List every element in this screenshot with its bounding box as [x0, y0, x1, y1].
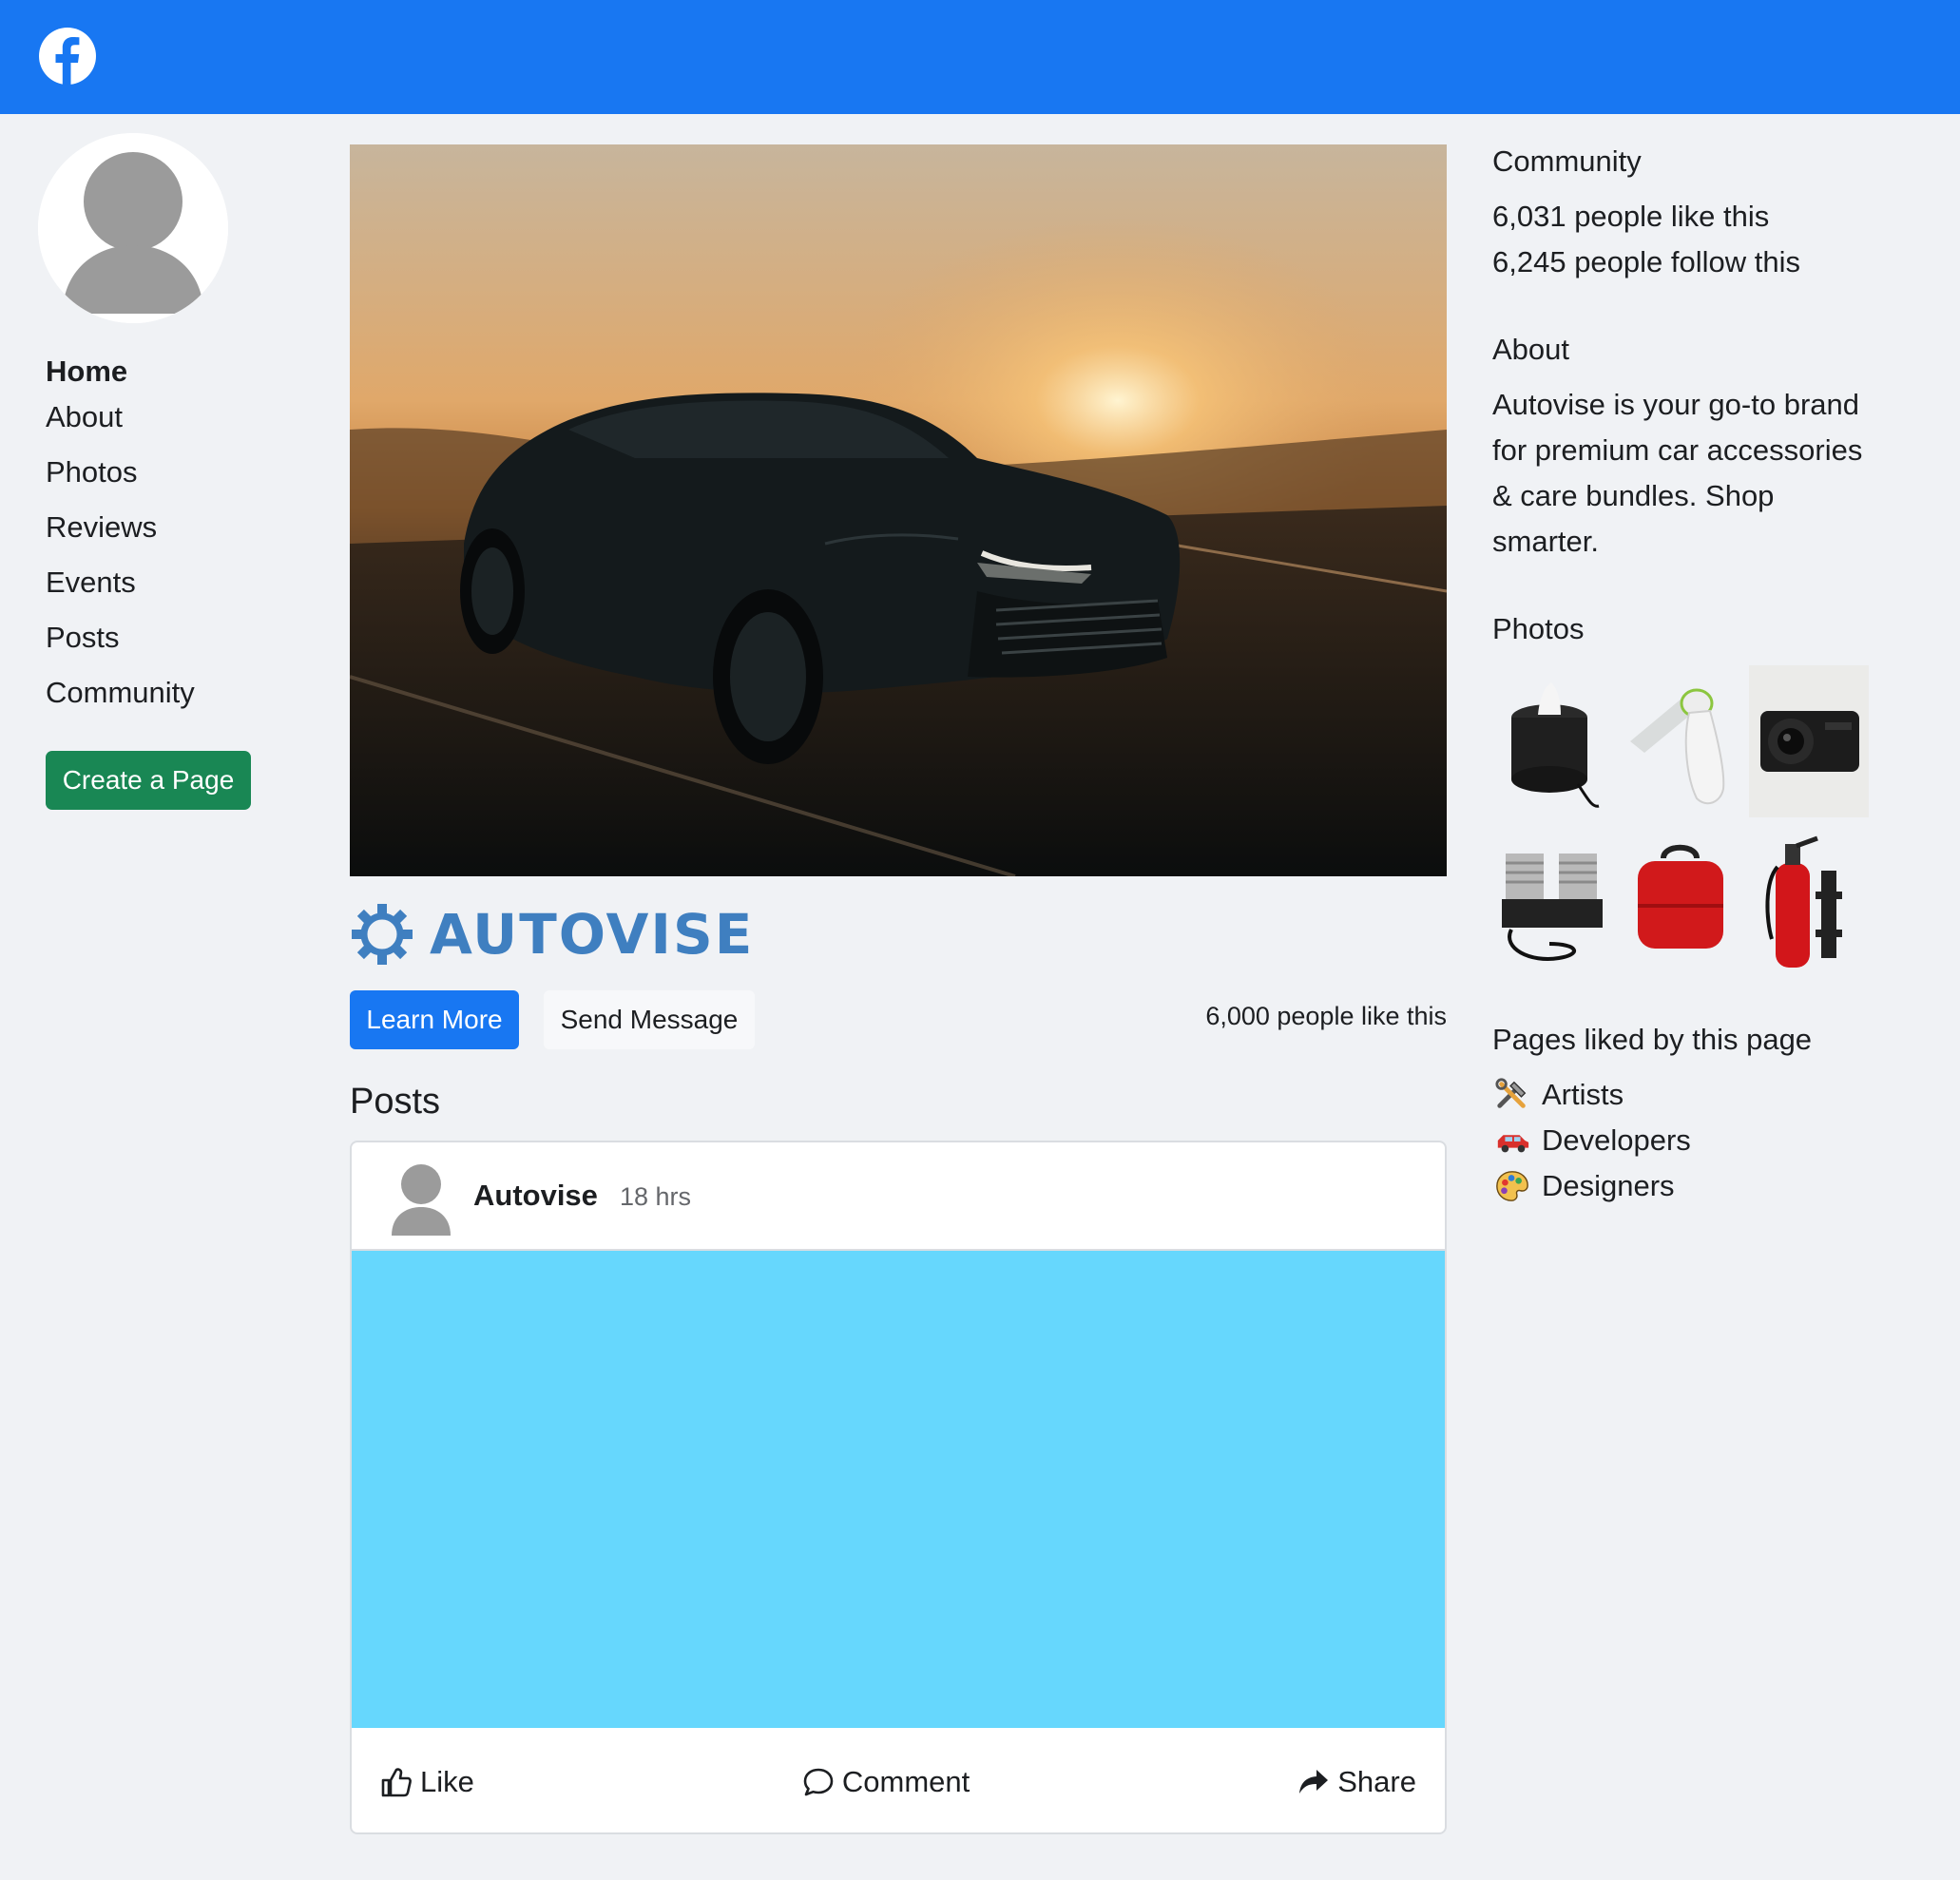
palette-icon — [1492, 1167, 1532, 1205]
photos-heading: Photos — [1492, 612, 1585, 645]
tissue-holder-photo[interactable] — [1492, 665, 1612, 817]
liked-page-developers[interactable]: Developers — [1492, 1118, 1691, 1163]
comment-bubble-icon — [803, 1768, 834, 1796]
cover-photo[interactable] — [350, 144, 1447, 876]
community-follows: 6,245 people follow this — [1492, 245, 1801, 278]
post-actions: Like Comment Share — [352, 1728, 1445, 1832]
gear-icon — [352, 904, 413, 965]
tools-icon — [1492, 1076, 1532, 1114]
like-label: Like — [420, 1765, 474, 1798]
brand-logo: AUTOVISE — [350, 901, 754, 968]
community-likes: 6,031 people like this — [1492, 200, 1770, 233]
car-vacuum-photo[interactable] — [1621, 665, 1740, 817]
red-case-photo[interactable] — [1621, 825, 1740, 977]
nav-events[interactable]: Events — [46, 565, 293, 620]
dash-camera-photo[interactable] — [1749, 665, 1869, 817]
author-avatar-icon[interactable] — [390, 1163, 452, 1236]
comment-label: Comment — [841, 1765, 970, 1798]
post-author-name[interactable]: Autovise — [473, 1179, 598, 1213]
liked-pages-list: Artists Developers Designers — [1492, 1072, 1691, 1209]
share-arrow-icon — [1299, 1770, 1329, 1794]
liked-page-artists[interactable]: Artists — [1492, 1072, 1691, 1118]
thumbs-up-icon — [381, 1768, 412, 1797]
nav-about[interactable]: About — [46, 399, 293, 454]
facebook-logo-icon[interactable] — [38, 27, 97, 86]
create-page-button[interactable]: Create a Page — [46, 751, 251, 810]
top-bar — [0, 0, 1960, 114]
brand-name: AUTOVISE — [430, 902, 755, 967]
share-label: Share — [1337, 1765, 1416, 1798]
community-heading: Community — [1492, 144, 1642, 178]
about-heading: About — [1492, 333, 1570, 366]
nav-community[interactable]: Community — [46, 675, 293, 730]
post-header: Autovise 18 hrs — [352, 1142, 1445, 1251]
post-card: Autovise 18 hrs Like Comment Share — [350, 1141, 1447, 1834]
liked-page-label: Designers — [1542, 1169, 1675, 1202]
posts-heading: Posts — [350, 1082, 441, 1122]
default-avatar-icon — [38, 133, 228, 323]
photos-grid — [1492, 665, 1869, 979]
car-sunset-image — [350, 144, 1447, 876]
left-navigation: Home About Photos Reviews Events Posts C… — [46, 354, 293, 730]
post-timestamp[interactable]: 18 hrs — [620, 1182, 691, 1212]
liked-page-designers[interactable]: Designers — [1492, 1163, 1691, 1209]
nav-home[interactable]: Home — [46, 354, 293, 399]
send-message-button[interactable]: Send Message — [544, 990, 755, 1049]
learn-more-button[interactable]: Learn More — [350, 990, 519, 1049]
liked-page-label: Developers — [1542, 1123, 1691, 1157]
page-profile-picture[interactable] — [38, 133, 228, 323]
post-media[interactable] — [352, 1251, 1445, 1728]
comment-button[interactable]: Comment — [802, 1765, 970, 1799]
nav-posts[interactable]: Posts — [46, 620, 293, 675]
liked-pages-heading: Pages liked by this page — [1492, 1023, 1813, 1056]
nav-photos[interactable]: Photos — [46, 454, 293, 509]
air-compressor-photo[interactable] — [1492, 825, 1612, 977]
page-likes-count: 6,000 people like this — [1205, 1002, 1447, 1030]
like-button[interactable]: Like — [380, 1765, 474, 1799]
liked-page-label: Artists — [1542, 1078, 1624, 1111]
nav-reviews[interactable]: Reviews — [46, 509, 293, 565]
about-text: Autovise is your go-to brand for premium… — [1492, 388, 1863, 558]
car-icon — [1492, 1122, 1532, 1160]
fire-extinguisher-photo[interactable] — [1749, 825, 1869, 977]
share-button[interactable]: Share — [1297, 1765, 1416, 1799]
